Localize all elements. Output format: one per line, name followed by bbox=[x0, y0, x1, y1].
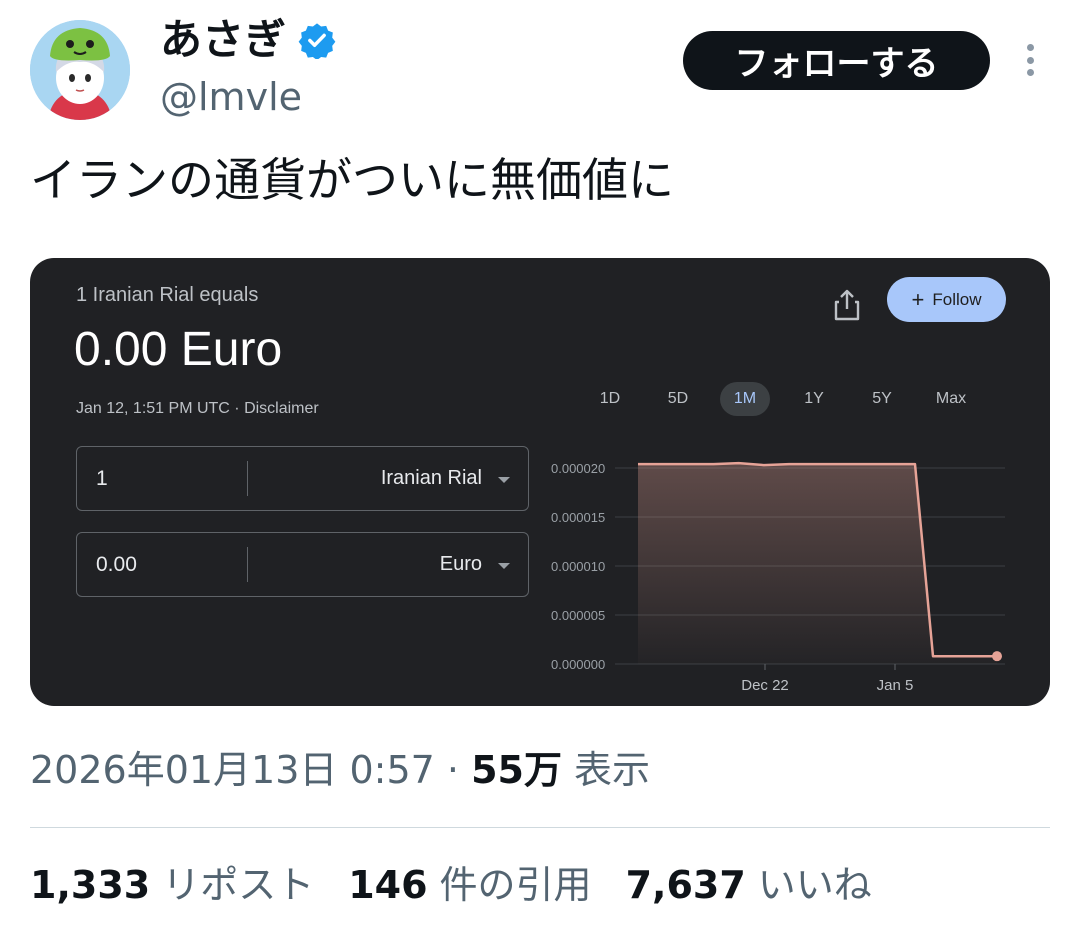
author-name-row: あさぎ bbox=[160, 14, 336, 66]
conversion-timestamp: Jan 12, 1:51 PM UTC · Disclaimer bbox=[76, 400, 319, 417]
views-count: 55万 bbox=[471, 748, 562, 792]
tweet-text: イランの通貨がついに無価値に bbox=[30, 153, 674, 207]
likes-stat[interactable]: 7,637 いいね bbox=[626, 860, 872, 910]
time-range-selector: 1D 5D 1M 1Y 5Y Max bbox=[588, 382, 1018, 416]
y-tick-label: 0.000010 bbox=[551, 559, 605, 574]
divider bbox=[30, 827, 1050, 828]
field-divider bbox=[247, 547, 248, 582]
range-1y: 1Y bbox=[804, 390, 824, 407]
card-follow-label: Follow bbox=[932, 289, 982, 309]
plus-icon: + bbox=[911, 286, 925, 312]
conversion-result: 0.00 Euro bbox=[74, 323, 283, 376]
author-avatar[interactable] bbox=[30, 20, 130, 120]
reposts-stat[interactable]: 1,333 リポスト bbox=[30, 860, 314, 910]
x-tick-label: Dec 22 bbox=[741, 677, 789, 693]
quotes-stat[interactable]: 146 件の引用 bbox=[348, 860, 591, 910]
likes-label: いいね bbox=[757, 863, 872, 907]
reposts-label: リポスト bbox=[162, 863, 315, 907]
author-handle[interactable]: @lmvle bbox=[160, 74, 302, 120]
series-area bbox=[638, 463, 997, 664]
range-1m: 1M bbox=[720, 382, 770, 416]
conversion-label: 1 Iranian Rial equals bbox=[76, 284, 259, 306]
from-currency-field: 1 Iranian Rial bbox=[76, 446, 529, 511]
field-divider bbox=[247, 461, 248, 496]
follow-button[interactable]: フォローする bbox=[683, 31, 990, 90]
to-currency: Euro bbox=[439, 553, 482, 575]
x-tick-label: Jan 5 bbox=[877, 677, 914, 693]
range-5y: 5Y bbox=[872, 390, 892, 407]
tweet-date[interactable]: 2026年01月13日 0:57 · bbox=[30, 748, 471, 792]
engagement-stats: 1,333 リポスト 146 件の引用 7,637 いいね bbox=[30, 860, 872, 910]
dropdown-caret-icon bbox=[498, 477, 510, 483]
card-follow-button: + Follow bbox=[887, 277, 1006, 322]
verified-badge-icon bbox=[298, 23, 336, 59]
currency-card-image[interactable]: 1 Iranian Rial equals 0.00 Euro Jan 12, … bbox=[30, 258, 1050, 706]
y-tick-label: 0.000000 bbox=[551, 657, 605, 672]
quotes-label: 件の引用 bbox=[439, 863, 592, 907]
y-tick-label: 0.000005 bbox=[551, 608, 605, 623]
y-tick-label: 0.000015 bbox=[551, 510, 605, 525]
to-amount: 0.00 bbox=[96, 553, 137, 576]
quotes-count: 146 bbox=[348, 863, 428, 907]
y-tick-label: 0.000020 bbox=[551, 461, 605, 476]
reposts-count: 1,333 bbox=[30, 863, 151, 907]
likes-count: 7,637 bbox=[625, 863, 746, 907]
author-display-name[interactable]: あさぎ bbox=[160, 14, 286, 66]
last-point-marker bbox=[992, 651, 1002, 662]
exchange-rate-chart: 0.000020 0.000015 0.000010 0.000005 0.000000… bbox=[551, 461, 1005, 693]
dropdown-caret-icon bbox=[498, 563, 510, 569]
avatar-illustration bbox=[30, 20, 130, 120]
to-currency-field: 0.00 Euro bbox=[76, 532, 529, 597]
share-icon bbox=[834, 289, 860, 321]
from-amount: 1 bbox=[96, 467, 108, 490]
tweet-meta: 2026年01月13日 0:57 · 55万 表示 bbox=[30, 745, 650, 795]
range-1d: 1D bbox=[599, 390, 621, 407]
range-max: Max bbox=[935, 390, 967, 407]
from-currency: Iranian Rial bbox=[380, 467, 482, 489]
more-options-icon[interactable] bbox=[1016, 40, 1044, 80]
views-label: 表示 bbox=[561, 748, 651, 792]
range-5d: 5D bbox=[667, 390, 689, 407]
